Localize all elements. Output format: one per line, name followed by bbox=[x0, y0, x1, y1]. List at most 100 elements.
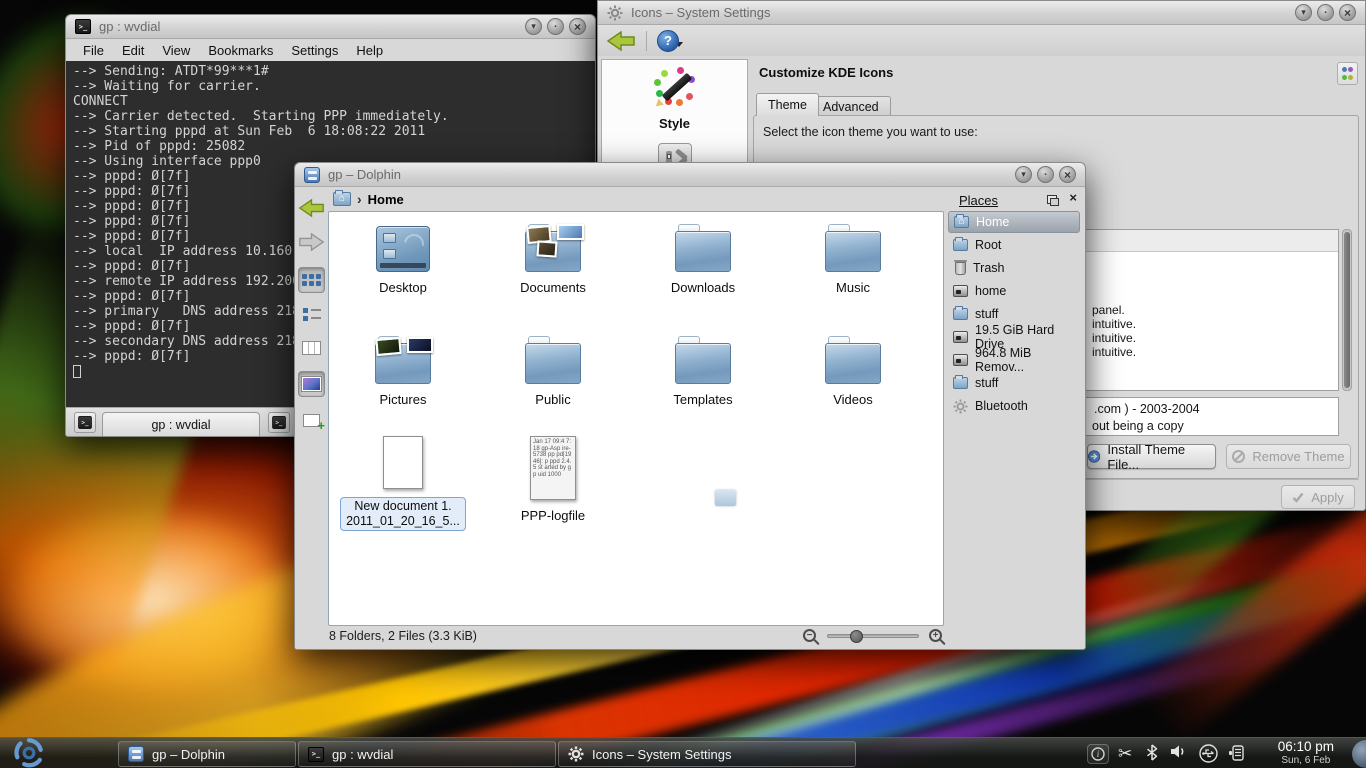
minimize-button[interactable] bbox=[1015, 166, 1032, 183]
gear-icon bbox=[607, 5, 623, 21]
float-panel-icon[interactable] bbox=[1047, 195, 1057, 204]
menu-view[interactable]: View bbox=[153, 41, 199, 60]
back-icon[interactable] bbox=[298, 195, 325, 221]
clock-date: Sun, 6 Feb bbox=[1278, 754, 1334, 768]
zoom-in-icon[interactable]: + bbox=[929, 629, 942, 642]
menu-help[interactable]: Help bbox=[347, 41, 392, 60]
folder-item[interactable]: Desktop bbox=[333, 224, 473, 295]
install-arrow-icon bbox=[1088, 450, 1100, 463]
file-item-selected[interactable]: New document 1. 2011_01_20_16_5... bbox=[333, 436, 473, 531]
sidebar-item-label: Style bbox=[659, 116, 690, 131]
places-item[interactable]: stuff bbox=[948, 372, 1080, 394]
help-grid-icon[interactable] bbox=[1337, 62, 1358, 85]
bluetooth-tray-icon[interactable] bbox=[1146, 744, 1158, 761]
scrollbar-thumb[interactable] bbox=[1344, 232, 1350, 388]
minimize-button[interactable] bbox=[1295, 4, 1312, 21]
icon-view-button[interactable] bbox=[298, 267, 325, 293]
description-fragment: .com ) - 2003-2004 bbox=[1094, 402, 1200, 416]
tab-advanced[interactable]: Advanced bbox=[811, 96, 891, 116]
taskbar-task-konsole[interactable]: gp : wvdial bbox=[298, 741, 556, 767]
konsole-tab[interactable]: gp : wvdial bbox=[102, 412, 260, 436]
places-item[interactable]: 964.8 MiB Remov... bbox=[948, 349, 1080, 371]
preview-image-icon bbox=[302, 377, 321, 391]
new-tab-button[interactable] bbox=[74, 412, 96, 433]
taskbar-task-dolphin[interactable]: gp – Dolphin bbox=[118, 741, 296, 767]
terminal-line: --> Sending: ATDT*99***1# bbox=[73, 64, 595, 79]
zoom-slider[interactable] bbox=[827, 634, 919, 638]
app-launcher-button[interactable] bbox=[12, 736, 46, 768]
close-button[interactable] bbox=[1339, 4, 1356, 21]
details-view-button[interactable] bbox=[298, 301, 325, 327]
system-settings-titlebar[interactable]: Icons – System Settings bbox=[598, 1, 1365, 25]
tab-theme[interactable]: Theme bbox=[756, 93, 819, 116]
close-panel-icon[interactable]: × bbox=[1069, 190, 1077, 205]
zoom-out-icon[interactable]: − bbox=[803, 629, 816, 642]
menu-settings[interactable]: Settings bbox=[282, 41, 347, 60]
places-item[interactable]: home bbox=[948, 280, 1080, 302]
dolphin-toolbar bbox=[295, 187, 328, 649]
list-scrollbar[interactable] bbox=[1342, 229, 1352, 391]
pictures-folder-icon bbox=[375, 336, 431, 384]
file-item[interactable]: Jan 17 09:4 7:18 gp-Asp ire-5738 pp pd[1… bbox=[483, 436, 623, 523]
dolphin-titlebar[interactable]: gp – Dolphin bbox=[295, 163, 1085, 187]
places-item[interactable]: 19.5 GiB Hard Drive bbox=[948, 326, 1080, 348]
home-folder-icon[interactable] bbox=[333, 192, 351, 206]
close-button[interactable] bbox=[569, 18, 586, 35]
theme-list-fragment: intuitive. bbox=[1092, 331, 1136, 345]
icons-view-icon bbox=[302, 274, 321, 286]
konsole-titlebar[interactable]: gp : wvdial bbox=[66, 15, 595, 39]
maximize-button[interactable] bbox=[547, 18, 564, 35]
konsole-menubar: File Edit View Bookmarks Settings Help bbox=[66, 39, 595, 61]
preview-button[interactable] bbox=[298, 371, 325, 397]
folder-item[interactable]: Videos bbox=[783, 336, 923, 407]
menu-file[interactable]: File bbox=[74, 41, 113, 60]
close-button[interactable] bbox=[1059, 166, 1076, 183]
maximize-button[interactable] bbox=[1317, 4, 1334, 21]
device-notifier-usb-icon[interactable] bbox=[1199, 744, 1218, 763]
menu-edit[interactable]: Edit bbox=[113, 41, 153, 60]
places-item[interactable]: Root bbox=[948, 234, 1080, 256]
taskbar: gp – Dolphin gp : wvdial Icons – System … bbox=[0, 737, 1366, 768]
places-item[interactable]: Trash bbox=[948, 257, 1080, 279]
split-view-button[interactable] bbox=[298, 407, 325, 433]
maximize-button[interactable] bbox=[1037, 166, 1054, 183]
volume-icon[interactable] bbox=[1170, 744, 1187, 759]
places-item[interactable]: Bluetooth bbox=[948, 395, 1080, 417]
folder-item[interactable]: Templates bbox=[633, 336, 773, 407]
remove-theme-button[interactable]: Remove Theme bbox=[1226, 444, 1351, 469]
drag-ghost-icon bbox=[715, 490, 736, 506]
taskbar-task-system-settings[interactable]: Icons – System Settings bbox=[558, 741, 856, 767]
help-button[interactable] bbox=[657, 30, 679, 52]
sidebar-item-style[interactable]: Style bbox=[602, 66, 747, 175]
klipper-scissors-icon[interactable]: ✂ bbox=[1118, 744, 1132, 764]
folder-item[interactable]: Music bbox=[783, 224, 923, 295]
zoom-slider-handle[interactable] bbox=[850, 630, 863, 643]
notifications-info-icon[interactable]: i bbox=[1087, 744, 1109, 764]
terminal-line: --> Starting pppd at Sun Feb 6 18:08:22 … bbox=[73, 124, 595, 139]
breadcrumb-home[interactable]: Home bbox=[368, 192, 404, 207]
columns-view-button[interactable] bbox=[298, 335, 325, 361]
panel-cashew-icon[interactable] bbox=[1352, 740, 1366, 768]
folder-view[interactable]: Desktop Documents Downloads Music bbox=[328, 211, 944, 626]
terminal-cursor bbox=[73, 365, 81, 378]
folder-item[interactable]: Downloads bbox=[633, 224, 773, 295]
folder-item[interactable]: Pictures bbox=[333, 336, 473, 407]
back-icon[interactable] bbox=[606, 29, 636, 53]
drive-icon bbox=[953, 354, 968, 366]
folder-item[interactable]: Public bbox=[483, 336, 623, 407]
minimize-button[interactable] bbox=[525, 18, 542, 35]
folder-item[interactable]: Documents bbox=[483, 224, 623, 295]
theme-list-fragment: panel. bbox=[1092, 303, 1125, 317]
places-item[interactable]: stuff bbox=[948, 303, 1080, 325]
places-item-home[interactable]: Home bbox=[948, 211, 1080, 233]
battery-icon[interactable] bbox=[1228, 744, 1245, 762]
apply-button[interactable]: Apply bbox=[1281, 485, 1355, 509]
terminal-line: --> Waiting for carrier. bbox=[73, 79, 595, 94]
menu-bookmarks[interactable]: Bookmarks bbox=[199, 41, 282, 60]
forward-icon[interactable] bbox=[298, 229, 325, 255]
tab-list-button[interactable] bbox=[268, 412, 290, 433]
clock[interactable]: 06:10 pm Sun, 6 Feb bbox=[1278, 740, 1334, 768]
checkmark-icon bbox=[1292, 492, 1304, 503]
install-theme-button[interactable]: Install Theme File... bbox=[1087, 444, 1216, 469]
dolphin-window-title: gp – Dolphin bbox=[328, 167, 401, 182]
